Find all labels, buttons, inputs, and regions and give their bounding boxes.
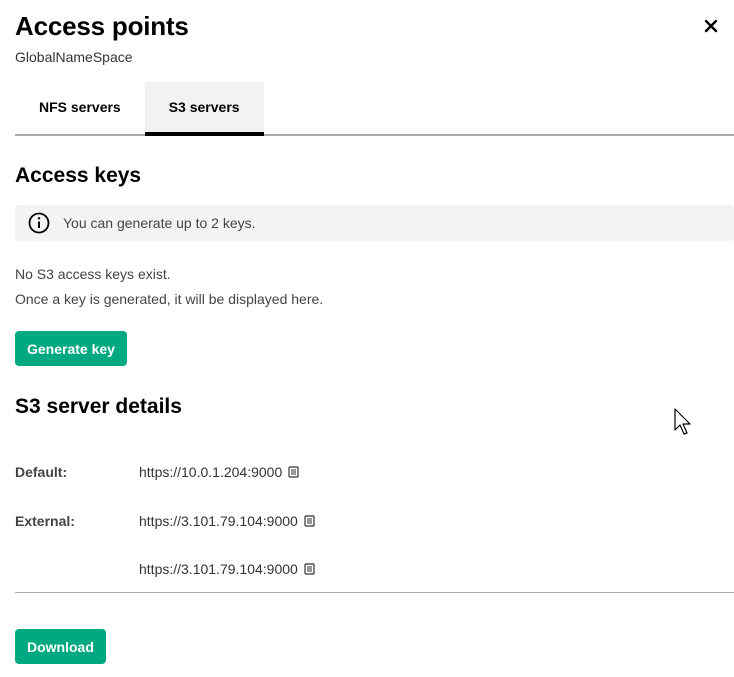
external-url-row: https://3.101.79.104:9000 (139, 513, 315, 529)
empty-keys-message: No S3 access keys exist. Once a key is g… (15, 262, 323, 312)
external-url: https://3.101.79.104:9000 (139, 513, 298, 529)
close-button[interactable] (700, 15, 722, 37)
page-title: Access points (15, 11, 189, 41)
s3-server-details-heading: S3 server details (15, 395, 182, 418)
default-label: Default: (15, 464, 68, 480)
copy-icon[interactable] (304, 563, 315, 575)
external-label: External: (15, 513, 75, 529)
info-banner: You can generate up to 2 keys. (15, 205, 734, 241)
empty-keys-line-2: Once a key is generated, it will be disp… (15, 291, 324, 307)
external-url-row: https://3.101.79.104:9000 (139, 561, 315, 577)
page-subtitle: GlobalNameSpace (15, 49, 133, 65)
mouse-cursor-icon (674, 408, 694, 441)
download-button[interactable]: Download (15, 629, 106, 664)
info-icon (28, 212, 50, 234)
info-text: You can generate up to 2 keys. (63, 215, 256, 231)
access-keys-heading: Access keys (15, 164, 142, 187)
copy-icon[interactable] (288, 466, 299, 478)
empty-keys-line-1: No S3 access keys exist. (15, 266, 171, 282)
close-icon[interactable] (704, 19, 718, 33)
tab-bar: NFS servers S3 servers (15, 82, 734, 136)
divider (15, 592, 734, 593)
copy-icon[interactable] (304, 515, 315, 527)
generate-key-button[interactable]: Generate key (15, 331, 127, 366)
tab-nfs-servers[interactable]: NFS servers (15, 82, 145, 132)
tab-s3-servers[interactable]: S3 servers (144, 82, 264, 136)
default-url: https://10.0.1.204:9000 (139, 464, 283, 480)
external-url: https://3.101.79.104:9000 (139, 561, 298, 577)
default-url-row: https://10.0.1.204:9000 (139, 464, 299, 480)
